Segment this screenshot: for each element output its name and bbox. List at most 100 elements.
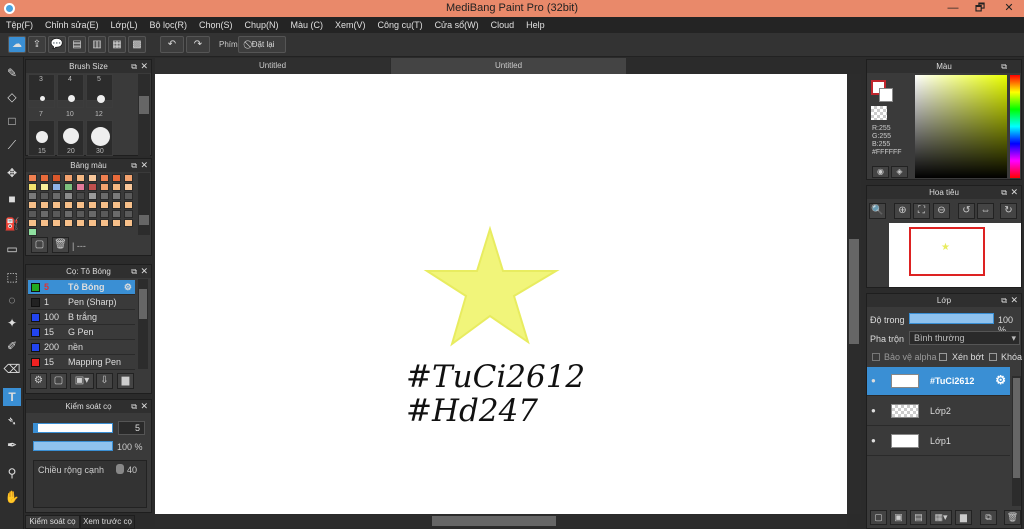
menu-edit[interactable]: Chỉnh sửa(E) <box>39 20 105 30</box>
tab-untitled-1[interactable]: Untitled <box>155 58 390 74</box>
menu-tools[interactable]: Công cụ(T) <box>372 20 429 30</box>
fill-rect-tool-icon[interactable]: ■ <box>3 190 21 208</box>
bucket-tool-icon[interactable]: ⛽ <box>3 215 21 233</box>
brush-list-item[interactable]: 1 Pen (Sharp) <box>28 295 135 310</box>
palette-swatch[interactable] <box>124 174 133 182</box>
palette-swatch[interactable] <box>88 192 97 200</box>
eyedropper-icon[interactable]: ⚲ <box>3 464 21 482</box>
layer-scrollbar[interactable] <box>1012 376 1021 506</box>
blend-mode-select[interactable]: Bình thường ▾ <box>909 331 1020 345</box>
palette-swatch[interactable] <box>100 210 109 218</box>
brush-size-value[interactable]: 5 <box>118 421 145 435</box>
page-icon[interactable]: ▥ <box>88 36 106 53</box>
opacity-slider[interactable] <box>33 441 113 451</box>
palette-swatch[interactable] <box>124 210 133 218</box>
pen-tool-icon[interactable]: ✒ <box>3 436 21 454</box>
palette-swatch[interactable] <box>76 183 85 191</box>
folder-icon[interactable]: ▆ <box>117 373 134 389</box>
palette-swatch[interactable] <box>64 192 73 200</box>
select-pen-icon[interactable]: ✐ <box>3 337 21 355</box>
magic-wand-icon[interactable]: ✦ <box>3 314 21 332</box>
palette-swatch[interactable] <box>112 219 121 227</box>
brush-dot-cell[interactable]: 30 <box>86 120 113 156</box>
lock-checkbox[interactable] <box>989 353 997 361</box>
close-button[interactable]: ✕ <box>994 0 1024 17</box>
brush-list-item[interactable]: 100 B trắng <box>28 310 135 325</box>
palette-swatch[interactable] <box>112 174 121 182</box>
palette-swatch[interactable] <box>100 192 109 200</box>
palette-swatch[interactable] <box>76 192 85 200</box>
float-icon[interactable]: ⧉ <box>1001 294 1007 307</box>
palette-swatch[interactable] <box>28 183 37 191</box>
brush-tool-icon[interactable]: ✎ <box>3 64 21 82</box>
menu-filter[interactable]: Bộ lọc(R) <box>143 20 193 30</box>
layer-menu-icon[interactable]: ▦▾ <box>930 510 952 525</box>
palette-swatch[interactable] <box>52 183 61 191</box>
new-8bit-layer-icon[interactable]: ▣ <box>890 510 907 525</box>
brush-size-slider[interactable] <box>33 423 113 433</box>
minimize-button[interactable]: — <box>940 0 966 17</box>
float-icon[interactable]: ⧉ <box>131 60 137 73</box>
palette-swatch[interactable] <box>40 201 49 209</box>
rotate-left-icon[interactable]: ↺ <box>958 203 975 219</box>
palette-swatch[interactable] <box>40 219 49 227</box>
transparent-swatch[interactable] <box>871 106 887 120</box>
brush-dot-cell[interactable]: 10 <box>57 83 84 118</box>
palette-swatch[interactable] <box>28 192 37 200</box>
palette-swatch[interactable] <box>76 174 85 182</box>
visibility-icon[interactable]: ● <box>871 406 876 415</box>
layer-settings-icon[interactable]: ⚙ <box>995 373 1006 387</box>
menu-color[interactable]: Màu (C) <box>285 20 330 30</box>
palette-swatch[interactable] <box>88 183 97 191</box>
palette-swatch[interactable] <box>52 192 61 200</box>
palette-swatch[interactable] <box>112 183 121 191</box>
close-icon[interactable]: ✕ <box>140 159 148 172</box>
scrollbar[interactable] <box>138 173 150 235</box>
palette-swatch[interactable] <box>28 201 37 209</box>
select-rect-icon[interactable]: ⬚ <box>3 268 21 286</box>
restore-button[interactable]: 🗗 <box>967 0 993 17</box>
rotate-right-icon[interactable]: ↻ <box>1000 203 1017 219</box>
palette-swatch[interactable] <box>28 219 37 227</box>
delete-layer-icon[interactable]: 🗑 <box>1004 510 1021 525</box>
grid-icon[interactable]: ▩ <box>128 36 146 53</box>
zoom-icon[interactable]: 🔍 <box>869 203 886 219</box>
float-icon[interactable]: ⧉ <box>131 400 137 413</box>
color-pick-icon[interactable]: ◈ <box>891 166 908 178</box>
tab-brush-preview[interactable]: Xem trước cọ <box>80 515 135 529</box>
zoom-out-icon[interactable]: ⊖ <box>933 203 950 219</box>
palette-swatch[interactable] <box>40 174 49 182</box>
palette-swatch[interactable] <box>52 201 61 209</box>
palette-swatch[interactable] <box>100 201 109 209</box>
close-icon[interactable]: ✕ <box>140 265 148 278</box>
palette-swatch[interactable] <box>112 192 121 200</box>
scrollbar[interactable] <box>138 279 148 369</box>
palette-swatch[interactable] <box>64 210 73 218</box>
color-add-icon[interactable]: ◉ <box>872 166 889 178</box>
copy-brush-icon[interactable]: ▢ <box>50 373 67 389</box>
palette-swatch[interactable] <box>88 174 97 182</box>
palette-swatch[interactable] <box>100 183 109 191</box>
palette-swatch[interactable] <box>64 219 73 227</box>
undo-icon[interactable]: ↶ <box>160 36 184 53</box>
palette-swatch[interactable] <box>88 219 97 227</box>
palette-swatch[interactable] <box>52 219 61 227</box>
menu-help[interactable]: Help <box>520 20 551 30</box>
trash-icon[interactable]: 🗑 <box>52 237 69 253</box>
brush-list-item[interactable]: 200 nền <box>28 340 135 355</box>
line-tool-icon[interactable]: ⟋ <box>3 136 21 154</box>
brush-list-item[interactable]: 15 Mapping Pen <box>28 355 135 370</box>
palette-swatch[interactable] <box>28 174 37 182</box>
horizontal-scrollbar[interactable] <box>155 515 847 527</box>
palette-swatch[interactable] <box>64 174 73 182</box>
frame-icon[interactable]: ▦ <box>108 36 126 53</box>
protect-alpha-checkbox[interactable] <box>872 353 880 361</box>
visibility-icon[interactable]: ● <box>871 376 876 385</box>
palette-swatch[interactable] <box>124 219 133 227</box>
brush-dot-cell[interactable]: 20 <box>57 120 84 156</box>
palette-swatch[interactable] <box>40 192 49 200</box>
palette-swatch[interactable] <box>112 210 121 218</box>
text-tool-icon[interactable]: T <box>3 388 21 406</box>
palette-swatch[interactable] <box>76 201 85 209</box>
close-icon[interactable]: ✕ <box>140 400 148 413</box>
